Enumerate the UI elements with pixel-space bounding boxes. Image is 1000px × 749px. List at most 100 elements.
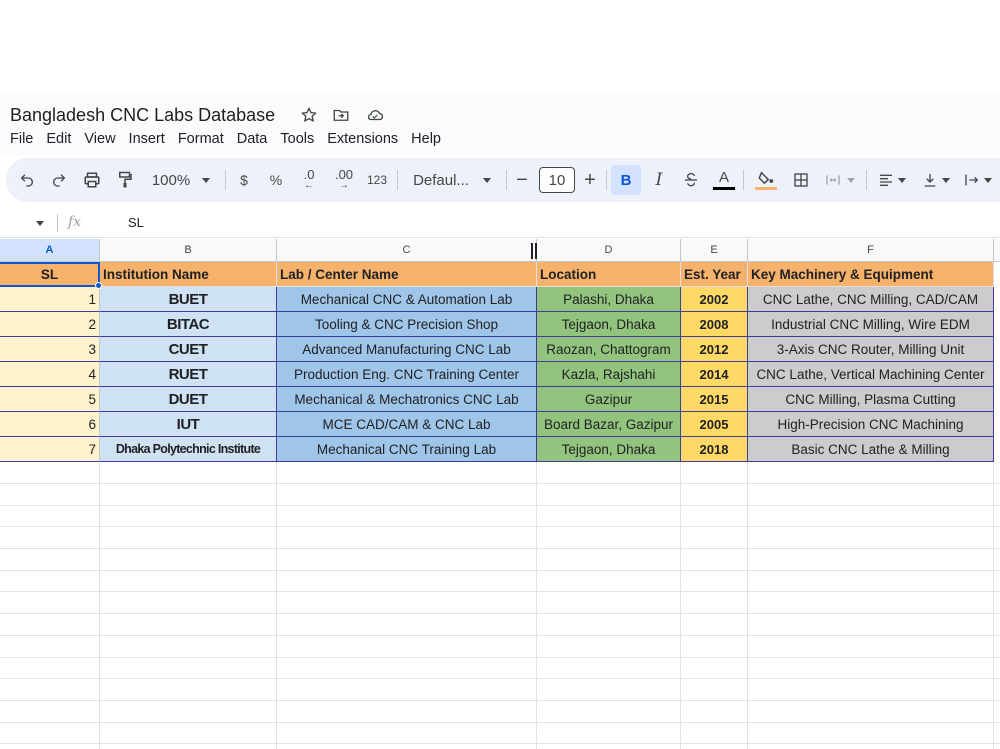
cell-lab-center-name[interactable]: Mechanical & Mechatronics CNC Lab xyxy=(277,387,537,412)
header-cell-lab-center-name[interactable]: Lab / Center Name xyxy=(277,262,537,287)
cell-location[interactable]: Palashi, Dhaka xyxy=(537,287,681,312)
undo-icon[interactable] xyxy=(16,166,38,194)
menu-help[interactable]: Help xyxy=(411,130,454,148)
cell-est-year[interactable]: 2015 xyxy=(681,387,748,412)
text-wrap-button[interactable] xyxy=(960,166,996,194)
cell-lab-center-name[interactable]: Production Eng. CNC Training Center xyxy=(277,362,537,387)
cell-location[interactable]: Kazla, Rajshahi xyxy=(537,362,681,387)
cell-location[interactable]: Gazipur xyxy=(537,387,681,412)
paint-bucket-icon xyxy=(758,170,774,184)
column-header-g[interactable] xyxy=(994,239,1000,262)
cell-est-year[interactable]: 2005 xyxy=(681,412,748,437)
zoom-value: 100% xyxy=(151,171,191,189)
font-size-input[interactable]: 10 xyxy=(539,167,575,193)
cell-lab-center-name[interactable]: Tooling & CNC Precision Shop xyxy=(277,312,537,337)
cell-key-machinery[interactable]: Basic CNC Lathe & Milling xyxy=(748,437,994,462)
cell-institution-name[interactable]: CUET xyxy=(100,337,277,362)
cell-sl[interactable]: 2 xyxy=(0,312,100,337)
header-cell-location[interactable]: Location xyxy=(537,262,681,287)
zoom-select[interactable]: 100% xyxy=(146,166,216,194)
cell-lab-center-name[interactable]: Advanced Manufacturing CNC Lab xyxy=(277,337,537,362)
column-header-b[interactable]: B xyxy=(100,239,277,262)
font-family-select[interactable]: Defaul... xyxy=(406,166,498,194)
cell-est-year[interactable]: 2018 xyxy=(681,437,748,462)
cell-institution-name[interactable]: DUET xyxy=(100,387,277,412)
column-header-d[interactable]: D xyxy=(537,239,681,262)
cell-est-year[interactable]: 2014 xyxy=(681,362,748,387)
cell-lab-center-name[interactable]: MCE CAD/CAM & CNC Lab xyxy=(277,412,537,437)
decrease-font-size-button[interactable]: − xyxy=(512,166,532,194)
cell-key-machinery[interactable]: CNC Lathe, CNC Milling, CAD/CAM xyxy=(748,287,994,312)
header-cell-est-year[interactable]: Est. Year xyxy=(681,262,748,287)
cell-lab-center-name[interactable]: Mechanical CNC & Automation Lab xyxy=(277,287,537,312)
cell-est-year[interactable]: 2012 xyxy=(681,337,748,362)
bold-button[interactable]: B xyxy=(611,165,641,195)
borders-icon[interactable] xyxy=(790,166,812,194)
cell-est-year[interactable]: 2008 xyxy=(681,312,748,337)
redo-icon[interactable] xyxy=(48,166,70,194)
cell-key-machinery[interactable]: CNC Lathe, Vertical Machining Center xyxy=(748,362,994,387)
strikethrough-icon[interactable] xyxy=(680,166,702,194)
cell-institution-name[interactable]: RUET xyxy=(100,362,277,387)
grid-row-line xyxy=(0,570,1000,571)
cell-est-year[interactable]: 2002 xyxy=(681,287,748,312)
print-icon[interactable] xyxy=(80,166,104,194)
grid-row-line xyxy=(0,722,1000,723)
column-header-c[interactable]: C xyxy=(277,239,537,262)
cell-key-machinery[interactable]: High-Precision CNC Machining xyxy=(748,412,994,437)
menu-insert[interactable]: Insert xyxy=(129,130,178,148)
cell-location[interactable]: Tejgaon, Dhaka xyxy=(537,312,681,337)
cell-institution-name[interactable]: IUT xyxy=(100,412,277,437)
cell-sl[interactable]: 5 xyxy=(0,387,100,412)
menu-extensions[interactable]: Extensions xyxy=(327,130,411,148)
cell-key-machinery[interactable]: Industrial CNC Milling, Wire EDM xyxy=(748,312,994,337)
menu-tools[interactable]: Tools xyxy=(280,130,327,148)
column-header-a[interactable]: A xyxy=(0,239,100,262)
fill-handle[interactable] xyxy=(95,282,102,289)
cell-sl[interactable]: 7 xyxy=(0,437,100,462)
menu-edit[interactable]: Edit xyxy=(46,130,84,148)
text-color-button[interactable]: A xyxy=(712,166,736,194)
cell-sl[interactable]: 6 xyxy=(0,412,100,437)
cell-sl[interactable]: 1 xyxy=(0,287,100,312)
decrease-decimal-button[interactable]: .0 ← xyxy=(296,166,322,194)
name-box-dropdown-icon[interactable] xyxy=(36,221,44,226)
currency-format-button[interactable]: $ xyxy=(234,166,254,194)
star-icon[interactable] xyxy=(298,104,320,126)
header-cell-institution-name[interactable]: Institution Name xyxy=(100,262,277,287)
paint-format-icon[interactable] xyxy=(114,166,136,194)
formula-input[interactable]: SL xyxy=(128,215,144,230)
menu-file[interactable]: File xyxy=(10,130,46,148)
merge-cells-button[interactable] xyxy=(822,166,858,194)
cell-institution-name[interactable]: Dhaka Polytechnic Institute xyxy=(100,437,277,462)
menu-data[interactable]: Data xyxy=(237,130,281,148)
cell-lab-center-name[interactable]: Mechanical CNC Training Lab xyxy=(277,437,537,462)
cloud-status-icon[interactable] xyxy=(364,104,386,126)
horizontal-align-button[interactable] xyxy=(874,166,910,194)
percent-format-button[interactable]: % xyxy=(266,166,286,194)
increase-font-size-button[interactable]: + xyxy=(580,166,600,194)
cell-sl[interactable]: 4 xyxy=(0,362,100,387)
number-format-button[interactable]: 123 xyxy=(364,166,390,194)
italic-button[interactable]: I xyxy=(649,166,669,194)
column-header-e[interactable]: E xyxy=(681,239,748,262)
header-cell-key-machinery[interactable]: Key Machinery & Equipment xyxy=(748,262,994,287)
cell-key-machinery[interactable]: CNC Milling, Plasma Cutting xyxy=(748,387,994,412)
increase-decimal-button[interactable]: .00 → xyxy=(330,166,358,194)
vertical-align-button[interactable] xyxy=(918,166,954,194)
column-resize-handle[interactable] xyxy=(531,243,537,259)
cell-location[interactable]: Raozan, Chattogram xyxy=(537,337,681,362)
document-title[interactable]: Bangladesh CNC Labs Database xyxy=(10,105,275,126)
cell-key-machinery[interactable]: 3-Axis CNC Router, Milling Unit xyxy=(748,337,994,362)
move-to-folder-icon[interactable] xyxy=(330,104,352,126)
header-cell-sl[interactable]: SL xyxy=(0,262,100,287)
cell-institution-name[interactable]: BUET xyxy=(100,287,277,312)
fill-color-button[interactable] xyxy=(754,166,778,194)
column-header-f[interactable]: F xyxy=(748,239,994,262)
cell-institution-name[interactable]: BITAC xyxy=(100,312,277,337)
cell-location[interactable]: Tejgaon, Dhaka xyxy=(537,437,681,462)
cell-location[interactable]: Board Bazar, Gazipur xyxy=(537,412,681,437)
menu-view[interactable]: View xyxy=(84,130,128,148)
cell-sl[interactable]: 3 xyxy=(0,337,100,362)
menu-format[interactable]: Format xyxy=(178,130,237,148)
